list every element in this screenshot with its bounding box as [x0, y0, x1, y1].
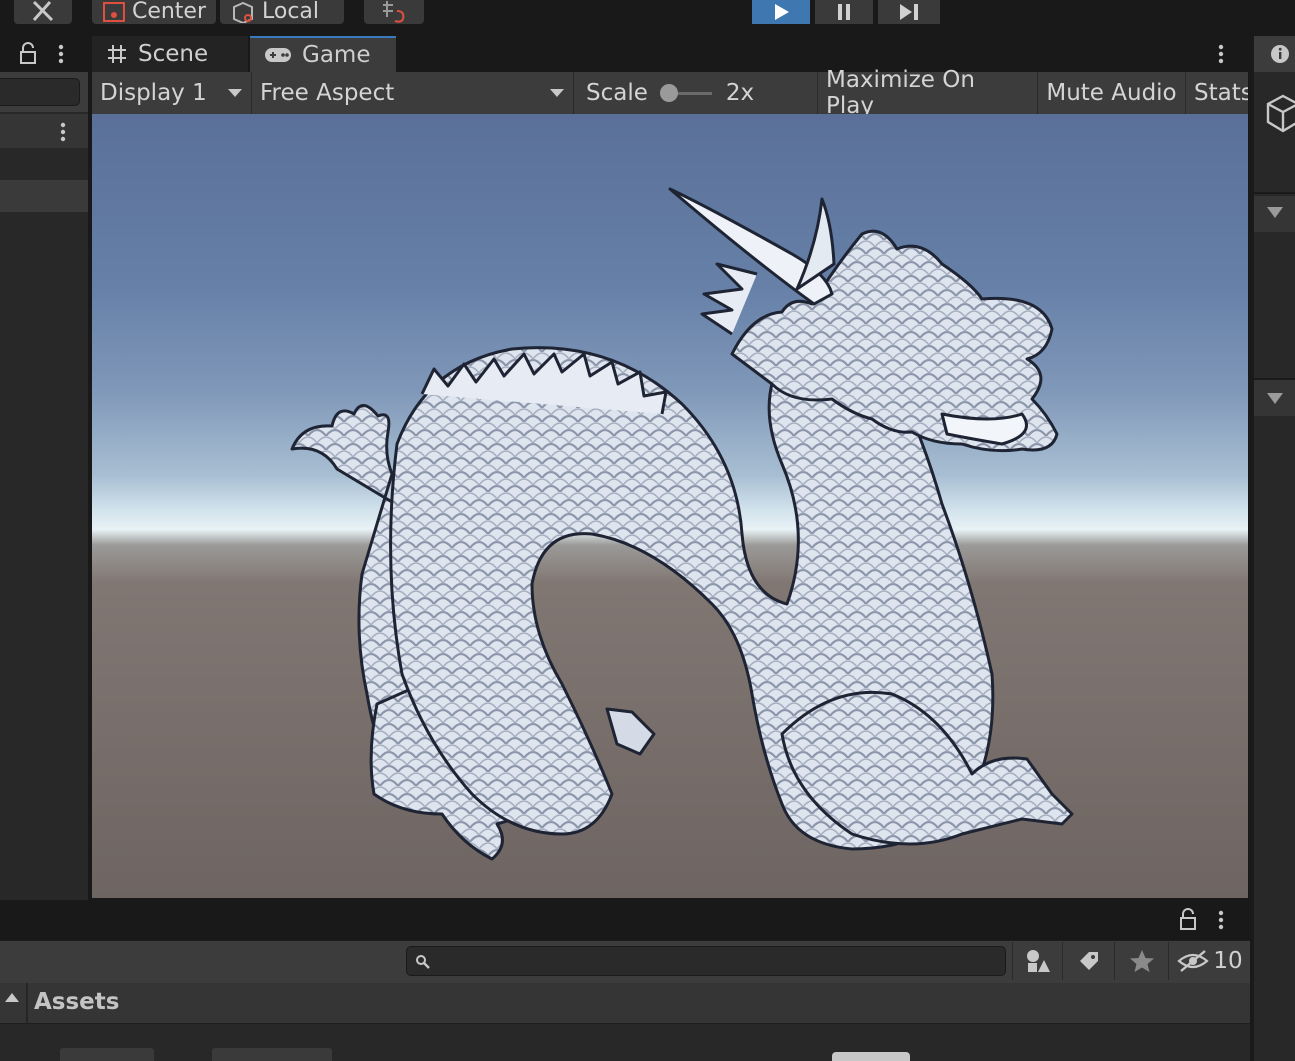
tab-game-label: Game — [302, 42, 371, 68]
local-icon — [233, 1, 253, 23]
game-viewport[interactable] — [92, 114, 1248, 898]
snap-icon — [383, 1, 405, 23]
scale-slider[interactable] — [659, 83, 714, 103]
center-pivot-icon — [102, 2, 125, 22]
kebab-icon[interactable] — [58, 120, 68, 144]
play-button[interactable] — [752, 0, 810, 24]
star-icon — [1130, 950, 1154, 972]
project-search-input[interactable] — [406, 946, 1006, 976]
pivot-local-button[interactable]: Local — [220, 0, 344, 24]
project-tab-strip — [0, 902, 1250, 940]
kebab-icon[interactable] — [56, 42, 66, 66]
grid-icon — [108, 45, 126, 63]
project-search-field[interactable] — [435, 949, 999, 975]
lock-icon[interactable] — [18, 42, 38, 66]
filter-by-label-button[interactable] — [1062, 942, 1115, 980]
hidden-eye-icon — [1177, 950, 1210, 972]
hierarchy-tab-strip — [0, 36, 88, 72]
aspect-dropdown[interactable]: Free Aspect — [252, 72, 574, 114]
hierarchy-panel — [0, 36, 88, 900]
display-dropdown[interactable]: Display 1 — [92, 72, 252, 114]
scale-control: Scale 2x — [574, 72, 818, 114]
dragon-render — [290, 187, 1074, 861]
inspector-panel — [1252, 36, 1295, 1061]
view-tab-bar: Scene Game — [92, 36, 1248, 72]
play-icon — [775, 4, 789, 20]
favorites-button[interactable] — [1114, 942, 1169, 980]
collapse-arrow-icon[interactable] — [1266, 206, 1284, 220]
maximize-label: Maximize On Play — [826, 67, 975, 119]
tab-scene-label: Scene — [138, 41, 209, 67]
tool-button[interactable] — [14, 0, 72, 24]
aspect-value: Free Aspect — [260, 80, 395, 106]
collapse-arrow-icon[interactable] — [1266, 392, 1284, 406]
asset-thumbnail[interactable] — [60, 1048, 154, 1061]
scale-label: Scale — [586, 80, 648, 106]
dropdown-arrow-icon — [228, 89, 242, 97]
cube-icon — [1266, 94, 1295, 133]
tab-scene[interactable]: Scene — [92, 36, 248, 72]
hidden-count: 10 — [1213, 948, 1243, 974]
divider — [26, 983, 28, 1023]
info-icon — [1271, 45, 1289, 63]
step-button[interactable] — [878, 0, 940, 24]
local-label: Local — [262, 0, 320, 24]
filter-by-type-button[interactable] — [1012, 942, 1063, 980]
maximize-on-play-toggle[interactable]: Maximize On Play — [818, 67, 1038, 119]
stats-toggle[interactable]: Stats — [1186, 72, 1248, 114]
hierarchy-scene-header[interactable] — [0, 114, 88, 148]
hidden-packages-button[interactable]: 10 — [1168, 942, 1251, 980]
pivot-center-button[interactable]: Center — [92, 0, 216, 24]
assets-breadcrumb-bar: Assets — [0, 983, 1250, 1024]
gamepad-icon — [265, 48, 291, 62]
pause-icon — [838, 4, 850, 20]
hierarchy-selected-row[interactable] — [0, 180, 88, 212]
collapse-arrow-icon[interactable] — [4, 991, 20, 1003]
main-toolbar: Center Local — [0, 0, 1295, 36]
center-label: Center — [131, 0, 206, 24]
mute-audio-toggle[interactable]: Mute Audio — [1038, 72, 1186, 114]
snap-button[interactable] — [364, 0, 424, 24]
type-filter-icon — [1027, 950, 1050, 972]
hierarchy-search-input[interactable] — [0, 78, 80, 106]
display-value: Display 1 — [100, 80, 207, 106]
step-icon — [900, 4, 918, 20]
search-icon — [416, 955, 430, 969]
tool-icon — [32, 0, 54, 22]
label-icon — [1080, 952, 1098, 970]
asset-thumbnail[interactable] — [212, 1048, 332, 1061]
asset-thumbnail[interactable] — [832, 1052, 910, 1061]
pause-button[interactable] — [815, 0, 873, 24]
kebab-icon[interactable] — [1216, 908, 1226, 932]
lock-icon[interactable] — [1178, 908, 1198, 932]
stats-label: Stats — [1194, 80, 1248, 106]
scale-slider-thumb[interactable] — [659, 84, 678, 102]
scale-value: 2x — [725, 80, 755, 106]
dropdown-arrow-icon — [550, 89, 564, 97]
kebab-icon[interactable] — [1216, 42, 1226, 66]
mute-label: Mute Audio — [1046, 80, 1177, 106]
game-toolbar: Display 1 Free Aspect Scale 2x Maximize … — [92, 67, 1248, 119]
divider — [1254, 192, 1295, 194]
tab-game[interactable]: Game — [250, 36, 396, 72]
breadcrumb[interactable]: Assets — [34, 989, 119, 1015]
